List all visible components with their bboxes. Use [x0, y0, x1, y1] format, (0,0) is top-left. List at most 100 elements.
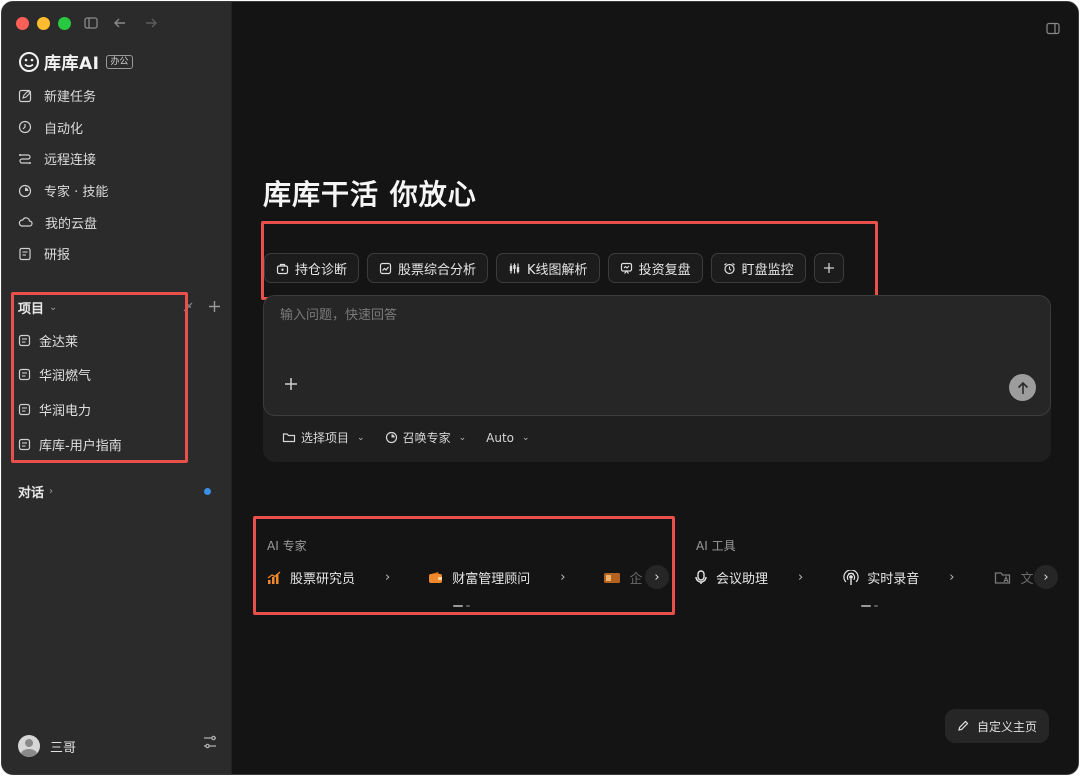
expert-partial-item[interactable]: 企	[603, 568, 642, 587]
plus-icon	[823, 263, 834, 273]
composer-panel: 选择项目 ⌄ 召唤专家 ⌄ Auto ⌄	[263, 295, 1051, 462]
chevron-right-icon: ›	[949, 570, 955, 585]
expert-label: 企	[629, 572, 643, 587]
tool-partial-item[interactable]: 文	[994, 568, 1033, 587]
folder-text-icon	[995, 572, 1011, 584]
ai-tools-title: AI 工具	[696, 539, 736, 553]
composer-box	[263, 295, 1051, 416]
user-profile[interactable]: 三哥	[18, 735, 76, 757]
sidebar-nav: 新建任务 自动化 远程连接 专家 · 技能 我的云盘 研报	[18, 80, 218, 270]
chevron-right-icon: ›	[560, 570, 566, 585]
expert-stock-researcher[interactable]: 股票研究员 ›	[267, 568, 390, 587]
nav-reports[interactable]: 研报	[18, 238, 218, 270]
projects-title: 项目	[18, 302, 45, 317]
document-icon	[18, 438, 31, 450]
remote-icon	[19, 153, 31, 164]
attach-plus-icon[interactable]	[284, 374, 298, 396]
nav-experts[interactable]: 专家 · 技能	[18, 175, 218, 207]
pager-active	[453, 605, 463, 607]
pencil-icon	[958, 720, 969, 731]
forward-arrow-icon[interactable]	[144, 16, 158, 34]
back-arrow-icon[interactable]	[113, 16, 127, 34]
projects-tools	[182, 298, 221, 317]
tool-live-recording[interactable]: 实时录音 ›	[843, 568, 954, 587]
expert-label: 股票研究员	[290, 572, 356, 587]
question-input[interactable]	[280, 308, 980, 323]
tool-label: 文	[1020, 572, 1034, 587]
tools-pager	[861, 605, 878, 607]
chevron-right-icon: ›	[385, 570, 391, 585]
select-project-dropdown[interactable]: 选择项目 ⌄	[282, 429, 365, 446]
maximize-window-button[interactable]	[58, 17, 71, 30]
minimize-window-button[interactable]	[37, 17, 50, 30]
tool-label: 实时录音	[867, 572, 920, 587]
tools-scroll-right-button[interactable]: ›	[1034, 565, 1058, 589]
chip-label: K线图解析	[527, 262, 588, 278]
cloud-icon	[18, 217, 33, 227]
experts-pager	[453, 605, 470, 607]
chevron-down-icon: ⌄	[522, 432, 530, 443]
nav-label: 专家 · 技能	[44, 185, 109, 201]
chevron-down-icon: ⌄	[458, 432, 467, 443]
chip-kline-analysis[interactable]: K线图解析	[496, 253, 600, 283]
tool-meeting-assistant[interactable]: 会议助理 ›	[694, 568, 803, 587]
tax-icon	[604, 572, 621, 583]
send-button[interactable]	[1009, 374, 1036, 401]
expert-icon	[385, 431, 397, 444]
summon-expert-dropdown[interactable]: 召唤专家 ⌄	[385, 429, 467, 446]
ai-experts-title: AI 专家	[267, 539, 307, 553]
bar-chart-icon	[267, 571, 281, 584]
project-label: 华润燃气	[39, 369, 92, 385]
nav-remote[interactable]: 远程连接	[18, 143, 218, 175]
nav-new-task[interactable]: 新建任务	[18, 80, 218, 112]
chip-investment-review[interactable]: 投资复盘	[607, 253, 703, 283]
customize-home-button[interactable]: 自定义主页	[944, 709, 1049, 743]
pager-active	[861, 605, 871, 607]
chart-icon	[379, 262, 392, 274]
chip-portfolio-diagnosis[interactable]: 持仓诊断	[264, 253, 360, 283]
close-window-button[interactable]	[16, 17, 29, 30]
option-label: 选择项目	[301, 431, 350, 445]
nav-cloud-drive[interactable]: 我的云盘	[18, 206, 218, 238]
app-logo: 库库AI 办公	[18, 49, 133, 74]
chip-label: 投资复盘	[638, 262, 691, 278]
experts-scroll-right-button[interactable]: ›	[645, 565, 669, 589]
window-controls	[16, 17, 71, 30]
chip-market-monitor[interactable]: 盯盘监控	[710, 253, 806, 283]
app-name: 库库AI	[44, 54, 100, 74]
chats-section-header[interactable]: 对话 ›	[18, 482, 53, 501]
chip-label: 盯盘监控	[741, 262, 794, 278]
nav-automation[interactable]: 自动化	[18, 112, 218, 144]
model-mode-dropdown[interactable]: Auto ⌄	[486, 429, 529, 446]
broadcast-icon	[843, 569, 859, 585]
project-item[interactable]: 华润电力	[18, 392, 188, 427]
candlestick-icon	[509, 263, 520, 273]
project-item[interactable]: 库库-用户指南	[18, 427, 188, 462]
chip-stock-analysis[interactable]: 股票综合分析	[367, 253, 489, 283]
folder-icon	[282, 433, 296, 443]
nav-label: 研报	[44, 248, 71, 264]
add-project-icon[interactable]	[208, 298, 221, 317]
settings-sliders-icon[interactable]	[202, 734, 218, 754]
collapse-icon[interactable]	[182, 298, 194, 317]
sidebar-toggle-icon[interactable]	[84, 16, 98, 34]
project-item[interactable]: 华润燃气	[18, 358, 188, 393]
app-edition-badge: 办公	[106, 54, 133, 69]
projects-section-header[interactable]: 项目 ⌄	[18, 298, 57, 317]
chevron-right-icon: ›	[49, 486, 54, 497]
project-list: 金达莱 华润燃气 华润电力 库库-用户指南	[18, 323, 188, 461]
composer-options: 选择项目 ⌄ 召唤专家 ⌄ Auto ⌄	[282, 429, 530, 446]
panel-toggle-icon[interactable]	[1046, 20, 1060, 39]
option-label: 召唤专家	[402, 431, 451, 445]
project-item[interactable]: 金达莱	[18, 323, 188, 358]
alarm-icon	[723, 262, 735, 274]
expert-wealth-advisor[interactable]: 财富管理顾问 ›	[428, 568, 565, 587]
chip-label: 持仓诊断	[295, 262, 348, 278]
microphone-icon	[695, 570, 707, 584]
portfolio-icon	[276, 263, 289, 274]
ai-experts-row: 股票研究员 › 财富管理顾问 › 企	[267, 568, 642, 587]
add-chip-button[interactable]	[813, 253, 844, 283]
avatar	[18, 735, 40, 757]
smiley-logo-icon	[19, 51, 39, 72]
project-label: 库库-用户指南	[39, 438, 122, 454]
